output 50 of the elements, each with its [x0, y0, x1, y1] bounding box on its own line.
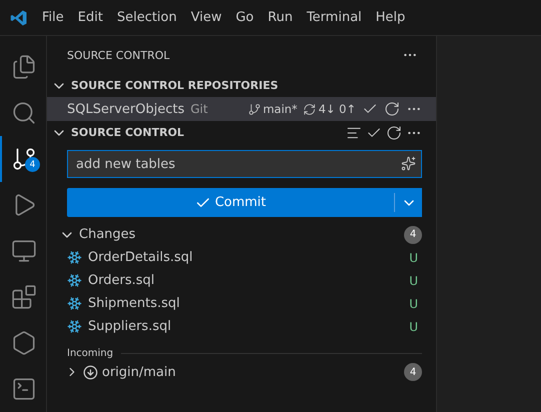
menu-item[interactable]: View — [184, 10, 228, 25]
notification-badge: 4 — [25, 157, 40, 172]
menu-item[interactable]: File — [36, 10, 70, 25]
count-badge: 4 — [404, 226, 422, 244]
file-status: U — [409, 320, 418, 334]
count-badge: 4 — [404, 363, 422, 381]
file-name[interactable]: Orders.sql — [88, 273, 404, 288]
sync-status[interactable]: 4↓ 0↑ — [318, 102, 356, 116]
terminal-icon[interactable] — [11, 376, 37, 402]
panel-title: SOURCE CONTROL — [67, 48, 170, 62]
source-control-icon[interactable] — [11, 146, 37, 172]
sparkle-icon[interactable] — [401, 156, 416, 171]
repository-row[interactable]: SQLServerObjects Git main* 4↓ 0↑ — [47, 97, 436, 121]
menu-item[interactable]: Go — [230, 10, 260, 25]
menu-item[interactable]: Run — [262, 10, 299, 25]
provider-label: Git — [190, 102, 209, 116]
menu-item[interactable]: Terminal — [300, 10, 368, 25]
app-logo-icon — [10, 8, 28, 26]
snowflake-icon — [67, 273, 82, 288]
sync-icon[interactable] — [303, 102, 316, 116]
files-icon[interactable] — [11, 54, 37, 80]
commit-message-field[interactable]: add new tables — [67, 150, 422, 178]
search-icon[interactable] — [11, 100, 37, 126]
download-icon — [83, 364, 98, 380]
file-status: U — [409, 250, 418, 264]
branch-icon[interactable] — [248, 102, 261, 116]
branch-name[interactable]: main* — [262, 102, 298, 116]
section-header[interactable]: SOURCE CONTROL REPOSITORIES — [71, 79, 422, 92]
menu-item[interactable]: Help — [370, 10, 412, 25]
changes-group[interactable]: Changes — [79, 227, 400, 242]
activity-bar-button[interactable]: 4 — [0, 136, 46, 182]
section-header[interactable]: SOURCE CONTROL — [71, 126, 342, 139]
monitor-icon[interactable] — [11, 238, 37, 264]
snowflake-icon — [67, 319, 82, 334]
file-name[interactable]: Shipments.sql — [88, 296, 404, 311]
extensions-icon[interactable] — [11, 284, 37, 310]
branch-ref[interactable]: origin/main — [102, 364, 400, 380]
menu-item[interactable]: Edit — [72, 10, 109, 25]
hexagon-icon[interactable] — [11, 330, 37, 356]
file-status: U — [409, 274, 418, 288]
file-name[interactable]: Suppliers.sql — [88, 319, 404, 334]
repository-name: SQLServerObjects — [67, 102, 184, 116]
file-status: U — [409, 296, 418, 310]
refresh-icon[interactable] — [386, 124, 402, 140]
incoming-label: Incoming — [67, 348, 114, 359]
menu-item[interactable]: Selection — [110, 10, 183, 25]
refresh-icon[interactable] — [384, 101, 400, 117]
snowflake-icon — [67, 250, 82, 265]
snowflake-icon — [67, 296, 82, 311]
file-name[interactable]: OrderDetails.sql — [88, 250, 404, 265]
